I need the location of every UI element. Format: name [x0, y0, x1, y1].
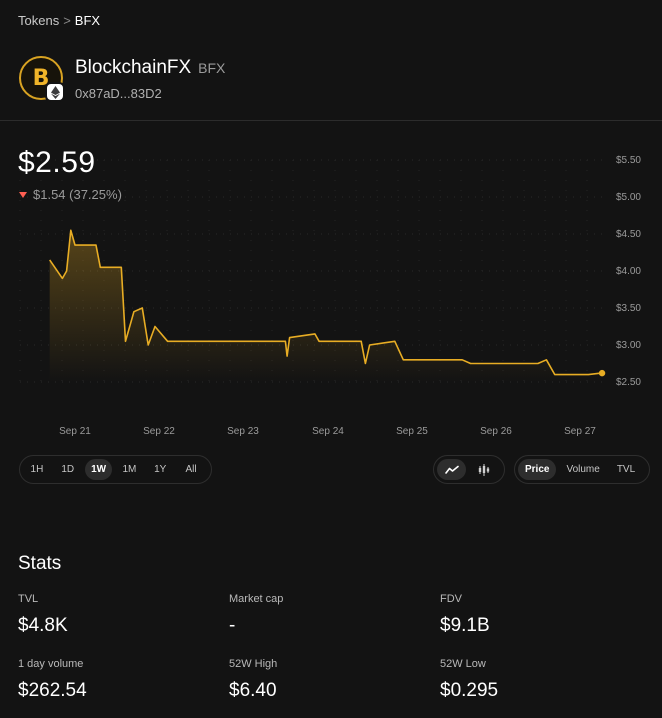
x-tick-label: Sep 26	[480, 426, 512, 437]
stat-fdv: FDV $9.1B	[440, 593, 490, 637]
metric-button-price[interactable]: Price	[518, 459, 557, 480]
stat-value: $6.40	[229, 680, 277, 701]
stat-52w-low: 52W Low $0.295	[440, 658, 498, 702]
stat-label: 1 day volume	[18, 658, 84, 670]
metric-button-volume[interactable]: Volume	[559, 459, 606, 480]
breadcrumb-tokens-link[interactable]: Tokens	[18, 13, 59, 28]
header-divider	[0, 120, 662, 121]
x-tick-label: Sep 27	[564, 426, 596, 437]
stat-value: $9.1B	[440, 615, 490, 636]
y-tick-label: $2.50	[616, 377, 641, 388]
stat-value: $262.54	[18, 680, 87, 701]
x-tick-label: Sep 23	[227, 426, 259, 437]
x-tick-label: Sep 21	[59, 426, 91, 437]
time-range-selector: 1H 1D 1W 1M 1Y All	[19, 455, 212, 484]
token-address[interactable]: 0x87aD...83D2	[75, 86, 225, 101]
stat-value: -	[229, 615, 236, 636]
stat-market-cap: Market cap -	[229, 593, 283, 637]
price-area	[49, 230, 602, 382]
stat-value: $4.8K	[18, 615, 68, 636]
current-price-dot	[598, 369, 606, 377]
breadcrumb: Tokens > BFX	[18, 13, 100, 28]
range-button-1h[interactable]: 1H	[23, 459, 51, 480]
x-tick-label: Sep 24	[312, 426, 344, 437]
ethereum-icon	[45, 82, 65, 102]
y-tick-label: $3.50	[616, 303, 641, 314]
stat-1-day-volume: 1 day volume $262.54	[18, 658, 87, 702]
token-logo: B	[19, 56, 65, 102]
metric-button-tvl[interactable]: TVL	[610, 459, 642, 480]
stat-label: 52W High	[229, 658, 278, 670]
line-chart-icon[interactable]	[437, 459, 466, 480]
token-name: BlockchainFX	[75, 57, 192, 78]
x-tick-label: Sep 22	[143, 426, 175, 437]
price-change-value: $1.54 (37.25%)	[33, 187, 122, 202]
stat-52w-high: 52W High $6.40	[229, 658, 277, 702]
current-price: $2.59	[18, 146, 96, 179]
y-tick-label: $3.00	[616, 340, 641, 351]
price-chart[interactable]: $5.50 $5.00 $4.50 $4.00 $3.50 $3.00 $2.50 Sep …	[0, 140, 662, 445]
y-tick-label: $4.50	[616, 229, 641, 240]
y-tick-label: $5.50	[616, 155, 641, 166]
breadcrumb-current: BFX	[74, 13, 101, 28]
range-button-1m[interactable]: 1M	[115, 459, 143, 480]
price-change: $1.54 (37.25%)	[19, 187, 122, 202]
y-tick-label: $4.00	[616, 266, 641, 277]
range-button-1w[interactable]: 1W	[84, 459, 113, 480]
candlestick-icon[interactable]	[469, 459, 498, 480]
token-header: B BlockchainFX BFX 0x87aD...83D2	[19, 56, 226, 102]
range-button-all[interactable]: All	[177, 459, 205, 480]
chart-type-selector	[433, 455, 505, 484]
chevron-right-icon: >	[63, 13, 71, 28]
stat-label: FDV	[440, 593, 462, 605]
stat-label: Market cap	[229, 593, 284, 605]
stat-label: 52W Low	[440, 658, 486, 670]
range-button-1d[interactable]: 1D	[54, 459, 82, 480]
x-tick-label: Sep 25	[396, 426, 428, 437]
chart-metric-selector: Price Volume TVL	[514, 455, 650, 484]
token-symbol: BFX	[198, 60, 226, 76]
stat-label: TVL	[18, 593, 39, 605]
y-tick-label: $5.00	[616, 192, 641, 203]
range-button-1y[interactable]: 1Y	[146, 459, 174, 480]
stat-tvl: TVL $4.8K	[18, 593, 68, 637]
stat-value: $0.295	[440, 680, 499, 701]
stats-title: Stats	[18, 553, 62, 574]
arrow-down-icon	[19, 191, 27, 198]
